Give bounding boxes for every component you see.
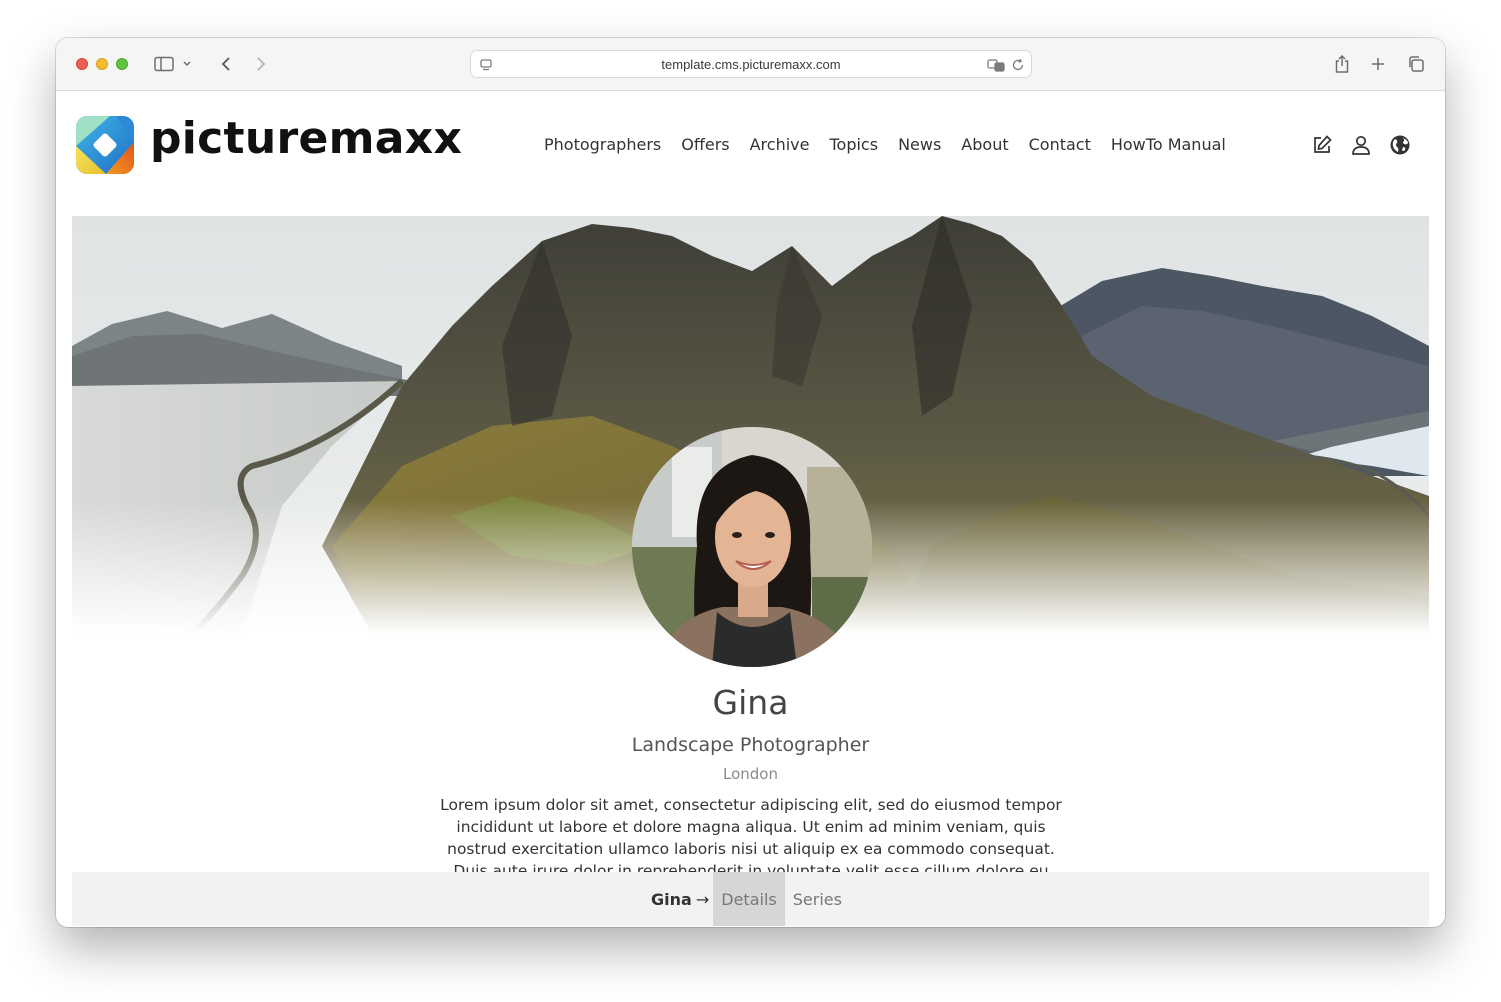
nav-topics[interactable]: Topics xyxy=(829,135,878,154)
nav-offers[interactable]: Offers xyxy=(681,135,729,154)
translate-icon[interactable] xyxy=(987,56,1005,74)
nav-contact[interactable]: Contact xyxy=(1029,135,1091,154)
nav-archive[interactable]: Archive xyxy=(750,135,810,154)
close-window-button[interactable] xyxy=(76,58,88,70)
tab-series[interactable]: Series xyxy=(785,872,850,926)
url-text: template.cms.picturemaxx.com xyxy=(661,56,841,72)
profile-subnav: Gina → Details Series xyxy=(72,872,1429,926)
page-settings-icon[interactable] xyxy=(477,56,495,74)
breadcrumb-name: Gina xyxy=(651,889,692,909)
browser-toolbar: template.cms.picturemaxx.com xyxy=(56,38,1445,91)
tab-overview-icon[interactable] xyxy=(1404,53,1428,75)
globe-icon[interactable] xyxy=(1388,133,1412,157)
web-page: picturemaxx Photographers Offers Archive… xyxy=(56,91,1445,927)
reload-icon[interactable] xyxy=(1009,56,1027,74)
profile-name: Gina xyxy=(712,683,789,722)
main-nav: Photographers Offers Archive Topics News… xyxy=(544,135,1226,154)
address-bar[interactable]: template.cms.picturemaxx.com xyxy=(470,50,1032,78)
edit-icon[interactable] xyxy=(1310,133,1334,157)
user-icon[interactable] xyxy=(1349,133,1373,157)
nav-news[interactable]: News xyxy=(898,135,941,154)
brand-wordmark[interactable]: picturemaxx xyxy=(150,113,462,164)
nav-about[interactable]: About xyxy=(961,135,1008,154)
new-tab-icon[interactable] xyxy=(1366,53,1390,75)
profile-avatar xyxy=(632,427,872,667)
forward-icon[interactable] xyxy=(249,53,273,75)
back-icon[interactable] xyxy=(214,53,238,75)
arrow-right-icon: → xyxy=(695,889,710,909)
nav-howto-manual[interactable]: HowTo Manual xyxy=(1111,135,1226,154)
picturemaxx-logo[interactable] xyxy=(76,116,134,174)
minimize-window-button[interactable] xyxy=(96,58,108,70)
profile-location: London xyxy=(723,765,778,783)
tab-details[interactable]: Details xyxy=(713,872,785,926)
nav-photographers[interactable]: Photographers xyxy=(544,135,661,154)
browser-window: template.cms.picturemaxx.com picturemaxx… xyxy=(56,38,1445,927)
share-icon[interactable] xyxy=(1330,53,1354,75)
chevron-down-icon[interactable] xyxy=(180,53,194,75)
zoom-window-button[interactable] xyxy=(116,58,128,70)
breadcrumb[interactable]: Gina → xyxy=(651,872,713,926)
profile-title: Landscape Photographer xyxy=(631,734,870,756)
sidebar-toggle-icon[interactable] xyxy=(152,53,176,75)
